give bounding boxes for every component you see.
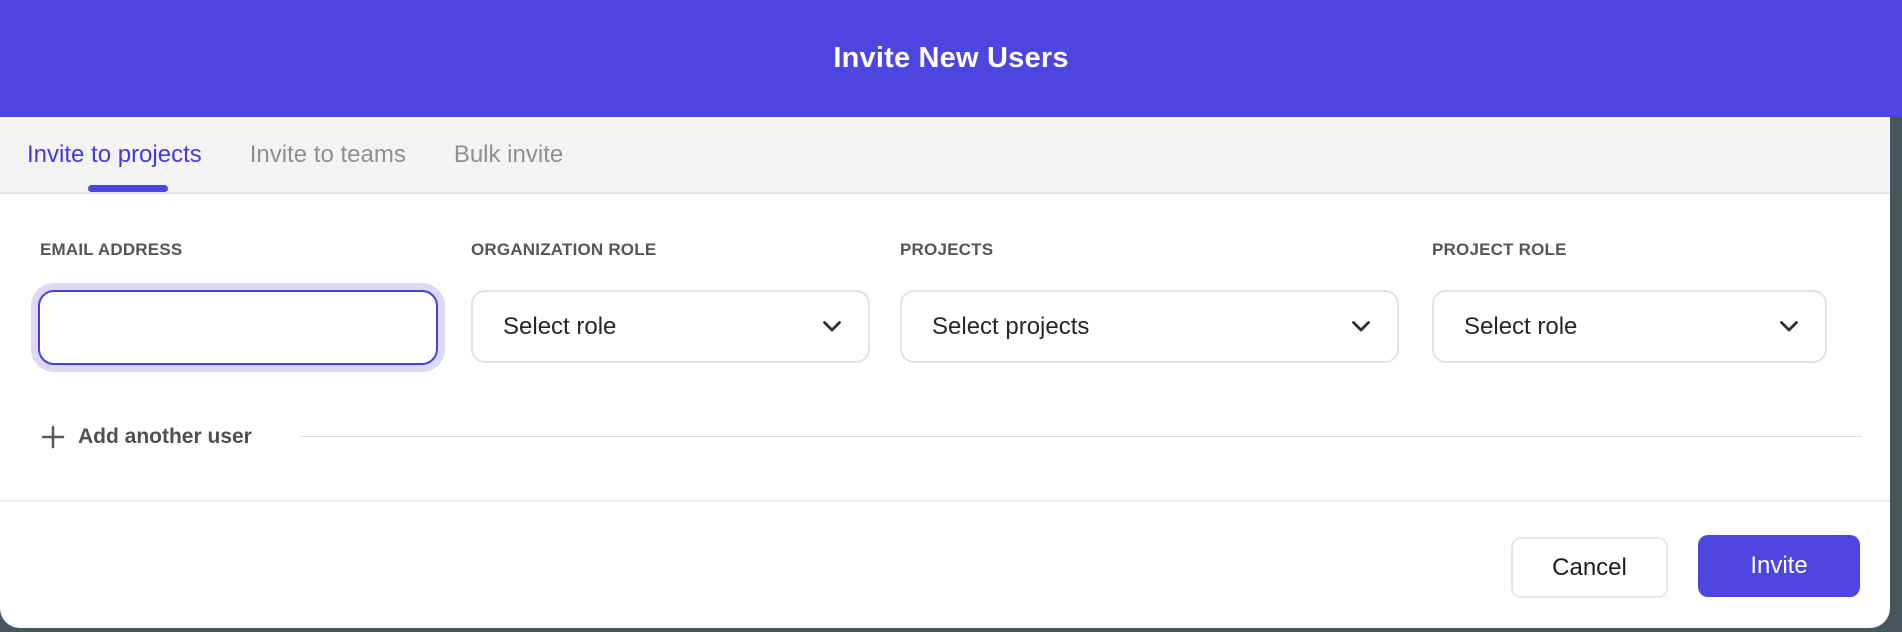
invite-button[interactable]: Invite [1698, 535, 1860, 597]
dialog-header: Invite New Users [0, 0, 1902, 117]
project-role-label: PROJECT ROLE [1432, 240, 1567, 260]
row-divider [300, 436, 1862, 437]
email-address-label: EMAIL ADDRESS [40, 240, 182, 260]
chevron-down-icon [1779, 320, 1799, 333]
cancel-button[interactable]: Cancel [1511, 537, 1668, 598]
email-address-input[interactable] [38, 290, 438, 365]
tab-invite-to-teams[interactable]: Invite to teams [250, 141, 406, 169]
plus-icon [40, 424, 66, 450]
organization-role-select[interactable]: Select role [471, 290, 870, 363]
add-another-user-button[interactable]: Add another user [40, 420, 252, 454]
chevron-down-icon [822, 320, 842, 333]
tab-bar: Invite to projects Invite to teams Bulk … [0, 117, 1890, 194]
active-tab-indicator [88, 185, 168, 192]
project-role-value: Select role [1464, 313, 1577, 341]
tab-invite-to-projects[interactable]: Invite to projects [27, 141, 202, 169]
projects-label: PROJECTS [900, 240, 993, 260]
add-another-user-label: Add another user [78, 425, 252, 449]
dialog-title: Invite New Users [833, 42, 1068, 75]
organization-role-label: ORGANIZATION ROLE [471, 240, 656, 260]
footer-divider [0, 500, 1890, 502]
chevron-down-icon [1351, 320, 1371, 333]
tab-bulk-invite[interactable]: Bulk invite [454, 141, 563, 169]
organization-role-value: Select role [503, 313, 616, 341]
projects-value: Select projects [932, 313, 1089, 341]
projects-select[interactable]: Select projects [900, 290, 1399, 363]
project-role-select[interactable]: Select role [1432, 290, 1827, 363]
